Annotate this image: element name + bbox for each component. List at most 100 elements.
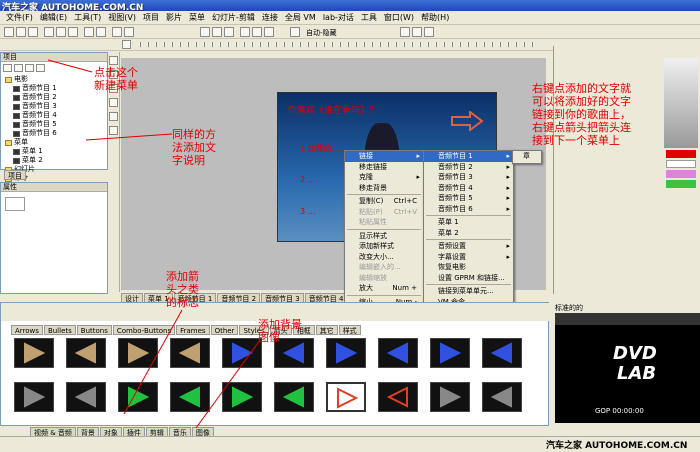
- context-menu-item[interactable]: 移走链接: [345, 162, 423, 173]
- red-outline-left-arrow-icon[interactable]: [378, 382, 418, 412]
- rewind-button-icon[interactable]: [66, 338, 106, 368]
- tree-item[interactable]: 音频节目 3: [5, 102, 57, 111]
- tree-item[interactable]: 菜单 1: [5, 147, 57, 156]
- submenu-item[interactable]: 菜单 2: [424, 228, 513, 239]
- tree-item[interactable]: 音频节目 1: [5, 84, 57, 93]
- copy-icon[interactable]: [56, 27, 66, 37]
- open-icon[interactable]: [16, 27, 26, 37]
- up-green-button-icon[interactable]: [274, 382, 314, 412]
- undo-icon[interactable]: [84, 27, 94, 37]
- pointer-tool-icon[interactable]: [122, 40, 131, 49]
- stage-heading[interactable]: 你喜欢《谁在看吗》？: [288, 103, 378, 116]
- menu-item-8[interactable]: 连接: [262, 12, 278, 23]
- play-green-button-icon[interactable]: [66, 382, 106, 412]
- next-arrow-icon[interactable]: [450, 111, 484, 131]
- blue-dots-button-icon[interactable]: [430, 382, 470, 412]
- zoom-icon[interactable]: [290, 27, 300, 37]
- grid-icon[interactable]: [240, 27, 250, 37]
- tree-item[interactable]: 音频节目 5: [5, 120, 57, 129]
- forward-green-button-icon[interactable]: [170, 382, 210, 412]
- blue-arrow-button-icon[interactable]: [222, 338, 262, 368]
- home-button-icon[interactable]: [170, 338, 210, 368]
- context-menu-item[interactable]: 粘贴(P) Ctrl+V: [345, 207, 423, 218]
- tab-project[interactable]: 项目: [4, 170, 26, 180]
- submenu-item[interactable]: 音频设置 ▸: [424, 241, 513, 252]
- context-menu-item[interactable]: 粘贴属性: [345, 217, 423, 228]
- color-palette[interactable]: [664, 58, 698, 148]
- submenu-item[interactable]: 恢复电影: [424, 262, 513, 273]
- paste-icon[interactable]: [68, 27, 78, 37]
- menu-item-11[interactable]: 工具: [361, 12, 377, 23]
- play-button-icon[interactable]: [482, 338, 522, 368]
- align-right-icon[interactable]: [224, 27, 234, 37]
- submenu-item[interactable]: 菜单 1: [424, 217, 513, 228]
- tree-item[interactable]: 音频节目 6: [5, 129, 57, 138]
- menu-item-1[interactable]: 编辑(E): [40, 12, 67, 23]
- submenu-chapter[interactable]: 章: [513, 151, 541, 162]
- color-swatch-white[interactable]: [666, 160, 696, 168]
- tree-item[interactable]: 音频节目 4: [5, 111, 57, 120]
- submenu-item[interactable]: 音频节目 6 ▸: [424, 204, 513, 215]
- zoom-tool-icon[interactable]: [109, 126, 118, 135]
- up-arrow-button-icon[interactable]: [118, 338, 158, 368]
- save-icon[interactable]: [28, 27, 38, 37]
- context-menu-item[interactable]: 编辑缩放: [345, 273, 423, 284]
- ungroup-icon[interactable]: [424, 27, 434, 37]
- tree-item[interactable]: 音频节目 2: [5, 93, 57, 102]
- context-menu-item[interactable]: 添加新样式: [345, 241, 423, 252]
- context-menu-item[interactable]: 复制(C) Ctrl+C: [345, 196, 423, 207]
- new-slideshow-icon[interactable]: [14, 64, 23, 72]
- blue-dots-2-button-icon[interactable]: [482, 382, 522, 412]
- ellipse-tool-icon[interactable]: [109, 98, 118, 107]
- menu-item-12[interactable]: 窗口(W): [384, 12, 414, 23]
- blue-flag-button-icon[interactable]: [378, 338, 418, 368]
- align-left-icon[interactable]: [200, 27, 210, 37]
- stage-item-2[interactable]: 2 ...: [300, 175, 315, 184]
- align-center-icon[interactable]: [212, 27, 222, 37]
- blue-curve-arrow-icon[interactable]: [430, 338, 470, 368]
- context-menu-item[interactable]: 显示样式: [345, 231, 423, 242]
- left-arrow-button-icon[interactable]: [14, 382, 54, 412]
- new-menu-icon[interactable]: [3, 64, 12, 72]
- context-menu-item[interactable]: 编辑嵌入的...: [345, 262, 423, 273]
- line-tool-icon[interactable]: [109, 112, 118, 121]
- blue-up-button-icon[interactable]: [326, 338, 366, 368]
- red-outline-arrow-icon[interactable]: [326, 382, 366, 412]
- stage-item-1[interactable]: 1 加我的...: [300, 143, 339, 154]
- submenu-item[interactable]: 音频节目 3 ▸: [424, 172, 513, 183]
- submenu-item[interactable]: 设置 GPRM 和链接...: [424, 273, 513, 284]
- stage-item-3[interactable]: 3 ...: [300, 207, 315, 216]
- safe-area-icon[interactable]: [264, 27, 274, 37]
- menu-item-2[interactable]: 工具(T): [74, 12, 101, 23]
- layer-icon[interactable]: [400, 27, 410, 37]
- submenu-item[interactable]: 音频节目 4 ▸: [424, 183, 513, 194]
- select-tool-icon[interactable]: [109, 56, 118, 65]
- fast-forward-button-icon[interactable]: [14, 338, 54, 368]
- preview-icon[interactable]: [112, 27, 122, 37]
- menu-item-7[interactable]: 幻灯片-剪辑: [212, 12, 255, 23]
- menu-item-3[interactable]: 视图(V): [108, 12, 136, 23]
- menu-item-10[interactable]: lab-对话: [323, 12, 354, 23]
- color-swatch-red[interactable]: [666, 150, 696, 158]
- snap-icon[interactable]: [252, 27, 262, 37]
- back-green-button-icon[interactable]: [222, 382, 262, 412]
- submenu-item[interactable]: 音频节目 2 ▸: [424, 162, 513, 173]
- context-menu-item[interactable]: 克隆 ▸: [345, 172, 423, 183]
- new-movie-icon[interactable]: [25, 64, 34, 72]
- context-menu-item[interactable]: 移走背景: [345, 183, 423, 194]
- menu-item-4[interactable]: 项目: [143, 12, 159, 23]
- tree-item[interactable]: 菜单 2: [5, 156, 57, 165]
- tree-item[interactable]: 电影: [5, 75, 57, 84]
- color-swatch-pink[interactable]: [666, 170, 696, 178]
- redo-icon[interactable]: [96, 27, 106, 37]
- context-menu-item[interactable]: 改变大小...: [345, 252, 423, 263]
- menu-item-0[interactable]: 文件(F): [6, 12, 33, 23]
- burn-icon[interactable]: [124, 27, 134, 37]
- menu-item-13[interactable]: 帮助(H): [421, 12, 449, 23]
- context-menu-item[interactable]: 链接 ▸: [345, 151, 423, 162]
- project-tree[interactable]: 电影 音频节目 1 音频节目 2 音频节目 3 音频节目 4 音频节目 5 音频节目 6 菜单…: [5, 75, 57, 183]
- cut-icon[interactable]: [44, 27, 54, 37]
- submenu-item[interactable]: 字幕设置 ▸: [424, 252, 513, 263]
- color-swatch-green[interactable]: [666, 180, 696, 188]
- tree-item[interactable]: 菜单: [5, 138, 57, 147]
